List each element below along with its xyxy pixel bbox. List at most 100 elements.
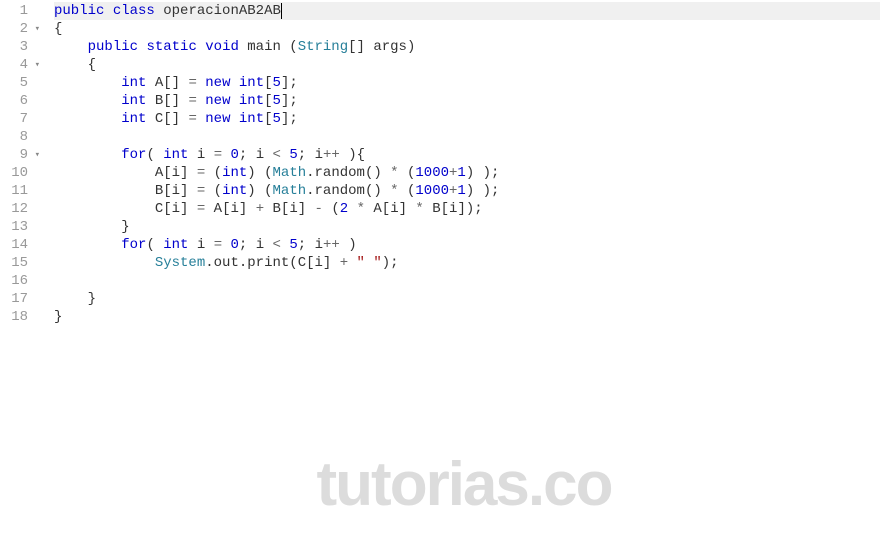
var: i — [172, 201, 180, 217]
op: = — [197, 201, 205, 217]
paren: ) — [466, 201, 474, 217]
code-line-8[interactable] — [54, 128, 880, 146]
bracket: [ — [264, 93, 272, 109]
code-line-18[interactable]: } — [54, 308, 880, 326]
paren: ) — [466, 165, 474, 181]
bracket: ] — [172, 111, 180, 127]
string: " " — [357, 255, 382, 271]
semi: ; — [491, 183, 499, 199]
line-number: 3 — [20, 38, 28, 56]
keyword: class — [113, 3, 155, 19]
paren: ( — [264, 165, 272, 181]
code-line-14[interactable]: for( int i = 0; i < 5; i++ ) — [54, 236, 880, 254]
code-editor[interactable]: 12▾34▾56789▾101112131415161718 public cl… — [0, 0, 880, 560]
semi: ; — [390, 255, 398, 271]
var: B — [155, 93, 163, 109]
var: A — [155, 75, 163, 91]
dot: . — [306, 165, 314, 181]
var: C — [155, 201, 163, 217]
code-line-2[interactable]: { — [54, 20, 880, 38]
code-line-16[interactable] — [54, 272, 880, 290]
var: i — [230, 201, 238, 217]
keyword: public — [88, 39, 138, 55]
fold-down-icon[interactable]: ▾ — [32, 146, 40, 164]
number: 5 — [273, 93, 281, 109]
class-ref: Math — [273, 165, 307, 181]
line-number: 7 — [20, 110, 28, 128]
code-line-12[interactable]: C[i] = A[i] + B[i] - (2 * A[i] * B[i]); — [54, 200, 880, 218]
op: * — [415, 201, 423, 217]
gutter-line: 17 — [4, 290, 40, 308]
bracket: [ — [163, 183, 171, 199]
paren: ( — [289, 255, 297, 271]
code-line-1[interactable]: public class operacionAB2AB — [54, 2, 880, 20]
code-line-5[interactable]: int A[] = new int[5]; — [54, 74, 880, 92]
line-number: 13 — [11, 218, 28, 236]
bracket: [ — [441, 201, 449, 217]
gutter-line: 2▾ — [4, 20, 40, 38]
op: = — [197, 165, 205, 181]
code-line-3[interactable]: public static void main (String[] args) — [54, 38, 880, 56]
watermark: tutorias.co — [317, 449, 612, 520]
semi: ; — [289, 75, 297, 91]
fold-down-icon[interactable]: ▾ — [32, 56, 40, 74]
line-number: 4 — [20, 56, 28, 74]
op: < — [273, 147, 281, 163]
gutter-line: 11 — [4, 182, 40, 200]
paren: ) — [373, 165, 381, 181]
keyword: int — [163, 237, 188, 253]
keyword: public — [54, 3, 104, 19]
class-ref: System — [155, 255, 205, 271]
type: String — [298, 39, 348, 55]
bracket: ] — [357, 39, 365, 55]
op: * — [390, 165, 398, 181]
code-line-9[interactable]: for( int i = 0; i < 5; i++ ){ — [54, 146, 880, 164]
code-line-13[interactable]: } — [54, 218, 880, 236]
gutter-line: 13 — [4, 218, 40, 236]
class-ref: Math — [273, 183, 307, 199]
paren: ) — [348, 237, 356, 253]
code-line-7[interactable]: int C[] = new int[5]; — [54, 110, 880, 128]
keyword: new — [205, 93, 230, 109]
code-line-11[interactable]: B[i] = (int) (Math.random() * (1000+1) )… — [54, 182, 880, 200]
gutter-line: 1 — [4, 2, 40, 20]
paren: ) — [483, 165, 491, 181]
op: = — [197, 183, 205, 199]
bracket: ] — [298, 201, 306, 217]
code-line-17[interactable]: } — [54, 290, 880, 308]
keyword: int — [222, 165, 247, 181]
gutter-line: 5 — [4, 74, 40, 92]
code-line-10[interactable]: A[i] = (int) (Math.random() * (1000+1) )… — [54, 164, 880, 182]
keyword: for — [121, 237, 146, 253]
brace: } — [88, 291, 96, 307]
code-line-4[interactable]: { — [54, 56, 880, 74]
var: i — [172, 165, 180, 181]
paren: ( — [289, 39, 297, 55]
var: C — [155, 111, 163, 127]
paren: ( — [146, 147, 154, 163]
line-number: 9 — [20, 146, 28, 164]
paren: ) — [407, 39, 415, 55]
brace: } — [54, 309, 62, 325]
keyword: int — [239, 75, 264, 91]
line-number: 6 — [20, 92, 28, 110]
gutter-line: 9▾ — [4, 146, 40, 164]
code-area[interactable]: public class operacionAB2AB { public sta… — [48, 0, 880, 560]
semi: ; — [289, 111, 297, 127]
bracket: [ — [264, 75, 272, 91]
text-cursor — [281, 3, 282, 19]
keyword: int — [222, 183, 247, 199]
keyword: for — [121, 147, 146, 163]
line-number: 12 — [11, 200, 28, 218]
gutter-line: 3 — [4, 38, 40, 56]
var: i — [315, 147, 323, 163]
var: i — [315, 237, 323, 253]
code-line-15[interactable]: System.out.print(C[i] + " "); — [54, 254, 880, 272]
keyword: static — [146, 39, 196, 55]
fold-down-icon[interactable]: ▾ — [32, 20, 40, 38]
keyword: int — [121, 93, 146, 109]
code-line-6[interactable]: int B[] = new int[5]; — [54, 92, 880, 110]
op: - — [315, 201, 323, 217]
op: + — [340, 255, 348, 271]
bracket: ] — [180, 165, 188, 181]
